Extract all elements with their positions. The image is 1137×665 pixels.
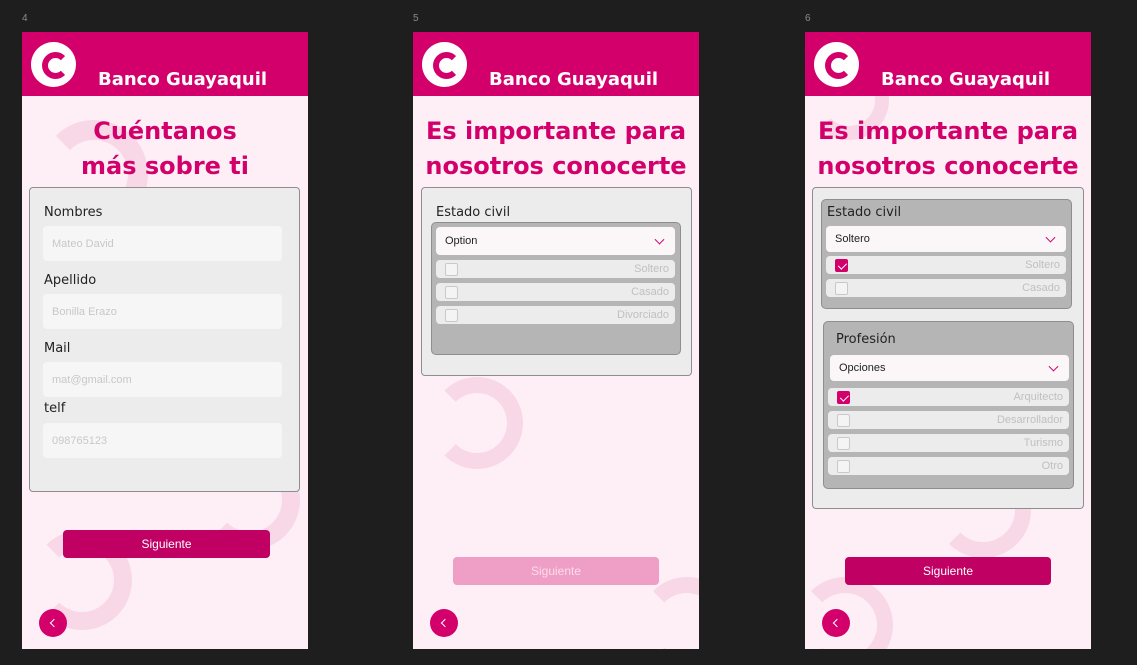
back-arrow-icon[interactable] [430, 609, 458, 637]
screen-civil-status: Banco Guayaquil Es importante para nosot… [413, 32, 699, 649]
option-label: Casado [1022, 282, 1060, 294]
checkbox-icon[interactable] [835, 282, 848, 295]
option-casado[interactable]: Casado [436, 283, 675, 301]
option-label: Otro [1041, 460, 1063, 472]
nombres-input[interactable]: Mateo David [43, 226, 282, 261]
brand-name: Banco Guayaquil [881, 69, 1051, 90]
title-line-2: nosotros conocerte [817, 152, 1079, 180]
frame-number-5: 5 [413, 13, 419, 24]
app-header: Banco Guayaquil [22, 32, 308, 96]
frame-number-6: 6 [805, 13, 811, 24]
app-header: Banco Guayaquil [805, 32, 1091, 96]
option-casado[interactable]: Casado [826, 279, 1066, 297]
option-otro[interactable]: Otro [828, 457, 1069, 475]
form-card: Estado civil Soltero Soltero Casado Prof… [812, 187, 1084, 509]
page-title: Cuéntanos más sobre ti [22, 114, 308, 184]
field-label-nombres: Nombres [44, 205, 103, 220]
checkbox-icon[interactable] [445, 286, 458, 299]
chevron-down-icon [654, 234, 665, 245]
decorative-ring [431, 377, 523, 469]
profession-group: Profesión Opciones Arquitecto Desarrolla… [823, 321, 1074, 489]
title-line-1: Es importante para [817, 117, 1079, 145]
page-title: Es importante para nosotros conocerte [805, 114, 1091, 184]
page-title: Es importante para nosotros conocerte [413, 114, 699, 184]
next-button[interactable]: Siguiente [845, 557, 1051, 585]
bank-logo-icon [422, 42, 467, 87]
civil-status-label: Estado civil [827, 205, 902, 220]
option-divorciado[interactable]: Divorciado [436, 306, 675, 324]
bank-logo-icon [814, 42, 859, 87]
profession-select[interactable]: Opciones [830, 355, 1069, 381]
chevron-down-icon [1048, 361, 1059, 372]
title-line-1: Cuéntanos [93, 117, 237, 145]
select-value: Opciones [839, 362, 886, 374]
telf-input[interactable]: 098765123 [43, 423, 282, 458]
checkbox-icon[interactable] [837, 460, 850, 473]
next-button[interactable]: Siguiente [63, 530, 270, 558]
frame-number-4: 4 [22, 13, 28, 24]
checkbox-icon[interactable] [837, 414, 850, 427]
option-arquitecto[interactable]: Arquitecto [828, 388, 1069, 406]
civil-status-label: Estado civil [436, 205, 511, 220]
select-value: Option [445, 235, 478, 247]
back-arrow-icon[interactable] [39, 609, 67, 637]
checkmark-icon[interactable] [835, 259, 848, 272]
screen-personal-info: Banco Guayaquil Cuéntanos más sobre ti N… [22, 32, 308, 649]
checkbox-icon[interactable] [837, 437, 850, 450]
brand-name: Banco Guayaquil [98, 69, 268, 90]
brand-name: Banco Guayaquil [489, 69, 659, 90]
checkmark-icon[interactable] [837, 391, 850, 404]
decorative-ring [805, 577, 893, 649]
field-label-telf: telf [44, 401, 66, 416]
field-label-apellido: Apellido [44, 273, 97, 288]
option-soltero[interactable]: Soltero [436, 260, 675, 278]
form-card: Nombres Mateo David Apellido Bonilla Era… [29, 187, 300, 492]
mail-input[interactable]: mat@gmail.com [43, 362, 282, 397]
civil-status-select[interactable]: Soltero [826, 226, 1066, 252]
civil-status-select[interactable]: Option [436, 227, 675, 255]
title-line-2: más sobre ti [81, 152, 249, 180]
civil-status-group: Option Soltero Casado Divorciado [431, 222, 681, 355]
checkbox-icon[interactable] [445, 263, 458, 276]
option-turismo[interactable]: Turismo [828, 434, 1069, 452]
next-button-disabled[interactable]: Siguiente [453, 557, 659, 585]
option-label: Arquitecto [1013, 391, 1063, 403]
option-label: Desarrollador [996, 414, 1063, 426]
option-label: Casado [631, 286, 669, 298]
back-arrow-icon[interactable] [822, 609, 850, 637]
apellido-input[interactable]: Bonilla Erazo [43, 294, 282, 329]
screen-civil-profession: Banco Guayaquil Es importante para nosot… [805, 32, 1091, 649]
civil-status-group: Estado civil Soltero Soltero Casado [821, 199, 1072, 309]
option-label: Turismo [1023, 437, 1063, 449]
form-card: Estado civil Option Soltero Casado Divor… [421, 187, 692, 376]
app-header: Banco Guayaquil [413, 32, 699, 96]
option-label: Soltero [1025, 259, 1060, 271]
title-line-2: nosotros conocerte [425, 152, 687, 180]
title-line-1: Es importante para [425, 117, 687, 145]
select-value: Soltero [835, 233, 870, 245]
option-desarrollador[interactable]: Desarrollador [828, 411, 1069, 429]
bank-logo-icon [31, 42, 76, 87]
decorative-ring [639, 577, 699, 649]
checkbox-icon[interactable] [445, 309, 458, 322]
profession-label: Profesión [836, 332, 896, 347]
field-label-mail: Mail [44, 341, 71, 356]
option-label: Soltero [634, 263, 669, 275]
option-soltero[interactable]: Soltero [826, 256, 1066, 274]
chevron-down-icon [1045, 232, 1056, 243]
option-label: Divorciado [617, 309, 669, 321]
